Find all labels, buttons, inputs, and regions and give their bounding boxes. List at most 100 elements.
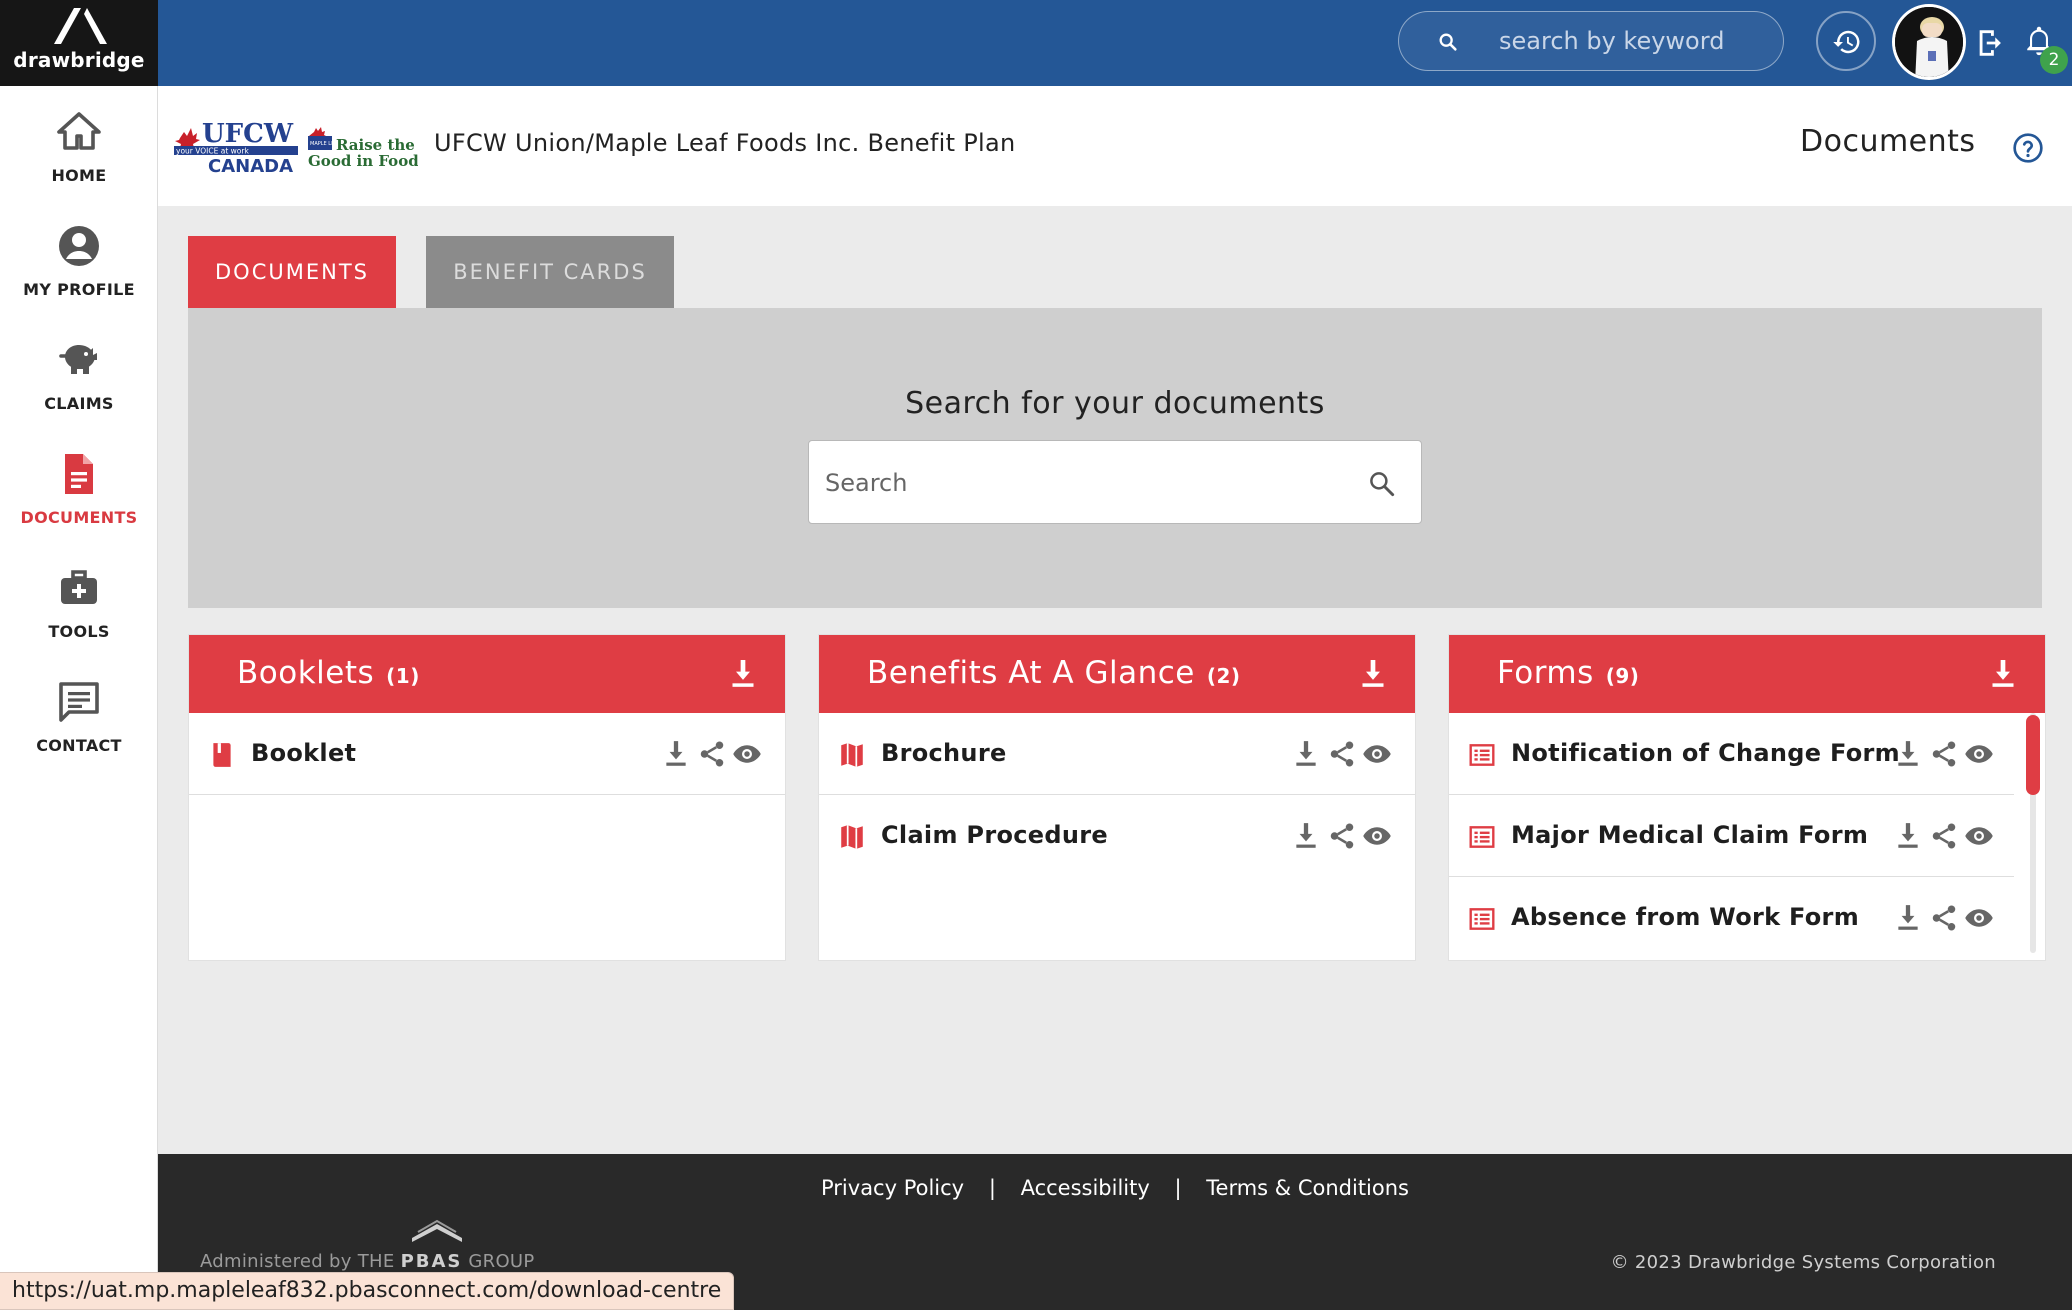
page-title: Documents	[1800, 124, 1976, 159]
document-icon	[65, 454, 93, 494]
sidebar-item-documents[interactable]: DOCUMENTS	[0, 450, 158, 550]
row-actions	[663, 739, 763, 771]
card-title: Booklets (1)	[237, 655, 420, 691]
document-label: Notification of Change Form	[1511, 739, 1900, 767]
download-icon[interactable]	[1293, 739, 1323, 771]
card-count: (1)	[386, 664, 420, 688]
card-header: Benefits At A Glance (2)	[819, 635, 1415, 713]
drawbridge-logo-icon	[54, 8, 107, 44]
list-icon	[1469, 905, 1495, 933]
view-icon[interactable]	[1963, 739, 1993, 771]
row-actions	[1895, 739, 1995, 771]
document-row[interactable]: Brochure	[819, 713, 1415, 795]
forms-card: Forms (9) Notification of Change Form Maj…	[1448, 634, 2046, 961]
view-icon[interactable]	[731, 739, 761, 771]
sidebar-item-label: CLAIMS	[44, 394, 114, 413]
download-all-icon[interactable]	[1989, 657, 2017, 691]
sidebar-item-contact[interactable]: CONTACT	[0, 678, 158, 778]
view-icon[interactable]	[1963, 821, 1993, 853]
accessibility-link[interactable]: Accessibility	[1021, 1176, 1150, 1200]
search-icon[interactable]	[1367, 469, 1397, 499]
sidebar-item-label: DOCUMENTS	[20, 508, 138, 527]
row-actions	[1293, 739, 1393, 771]
document-row[interactable]: Notification of Change Form	[1449, 713, 2014, 795]
tab-documents[interactable]: DOCUMENTS	[188, 236, 396, 308]
download-all-icon[interactable]	[1359, 657, 1387, 691]
download-icon[interactable]	[1895, 903, 1925, 935]
sidebar-item-my-profile[interactable]: MY PROFILE	[0, 222, 158, 322]
footer-links: Privacy Policy | Accessibility | Terms &…	[158, 1176, 2072, 1200]
download-icon[interactable]	[1293, 821, 1323, 853]
card-title: Benefits At A Glance (2)	[867, 655, 1241, 691]
share-icon[interactable]	[1929, 739, 1959, 771]
sidebar-item-tools[interactable]: TOOLS	[0, 564, 158, 664]
share-icon[interactable]	[1327, 821, 1357, 853]
download-all-icon[interactable]	[729, 657, 757, 691]
sidebar-item-label: MY PROFILE	[23, 280, 135, 299]
administered-by: Administered by THE PBAS GROUP	[200, 1218, 560, 1278]
sidebar-item-claims[interactable]: CLAIMS	[0, 336, 158, 436]
copyright: © 2023 Drawbridge Systems Corporation	[1610, 1252, 1996, 1273]
view-icon[interactable]	[1361, 821, 1391, 853]
page-header: UFCW your VOICE at work CANADA MAPLE LEA…	[158, 86, 2072, 206]
help-icon[interactable]	[2012, 132, 2044, 164]
download-icon[interactable]	[1895, 739, 1925, 771]
privacy-policy-link[interactable]: Privacy Policy	[821, 1176, 964, 1200]
user-circle-icon	[59, 226, 99, 266]
booklets-card: Booklets (1) Booklet	[188, 634, 786, 961]
history-button[interactable]	[1816, 11, 1876, 71]
document-row[interactable]: Absence from Work Form	[1449, 877, 2014, 959]
share-icon[interactable]	[1929, 903, 1959, 935]
document-label: Absence from Work Form	[1511, 903, 1860, 931]
logo-text: UFCW	[202, 120, 294, 149]
view-icon[interactable]	[1963, 903, 1993, 935]
footer-separator: |	[988, 1176, 996, 1200]
book-icon	[209, 741, 235, 769]
share-icon[interactable]	[1929, 821, 1959, 853]
admin-group: GROUP	[468, 1251, 535, 1272]
benefits-at-a-glance-card: Benefits At A Glance (2) Brochure Claim P…	[818, 634, 1416, 961]
document-search-panel: Search for your documents	[188, 308, 2042, 608]
terms-conditions-link[interactable]: Terms & Conditions	[1206, 1176, 1409, 1200]
logout-icon[interactable]	[1974, 26, 2008, 60]
avatar[interactable]	[1892, 4, 1966, 80]
search-icon	[1439, 33, 1457, 51]
document-row[interactable]: Booklet	[189, 713, 785, 795]
forms-scrollbar[interactable]	[2026, 713, 2042, 960]
row-actions	[1895, 821, 1995, 853]
pbas-roof-icon	[412, 1219, 462, 1242]
admin-the: THE	[357, 1251, 395, 1272]
document-search-input[interactable]	[825, 463, 1345, 503]
document-label: Major Medical Claim Form	[1511, 821, 1869, 849]
keyword-search[interactable]	[1398, 11, 1784, 71]
download-icon[interactable]	[663, 739, 693, 771]
document-row[interactable]: Major Medical Claim Form	[1449, 795, 2014, 877]
message-icon	[59, 682, 99, 722]
card-title-text: Booklets	[237, 655, 375, 691]
view-icon[interactable]	[1361, 739, 1391, 771]
card-title-text: Forms	[1497, 655, 1594, 691]
share-icon[interactable]	[1327, 739, 1357, 771]
share-icon[interactable]	[697, 739, 727, 771]
document-label: Booklet	[251, 739, 357, 767]
document-row[interactable]: Claim Procedure	[819, 795, 1416, 877]
admin-brand: PBAS	[400, 1251, 463, 1272]
administered-by-text: Administered by THE PBAS GROUP	[200, 1251, 535, 1272]
card-count: (9)	[1605, 664, 1640, 688]
row-actions	[1895, 903, 1995, 935]
logo-text: Good in Food	[308, 152, 418, 170]
brand-name: drawbridge	[13, 48, 145, 72]
scroll-thumb[interactable]	[2026, 715, 2040, 795]
notification-badge: 2	[2040, 46, 2068, 74]
footer-separator: |	[1174, 1176, 1182, 1200]
list-icon	[1469, 741, 1495, 769]
document-search-box[interactable]	[808, 440, 1422, 524]
user-photo-icon	[1895, 7, 1963, 77]
download-icon[interactable]	[1895, 821, 1925, 853]
brand-logo[interactable]: drawbridge	[0, 0, 158, 86]
medical-kit-icon	[61, 570, 97, 604]
tab-benefit-cards[interactable]: BENEFIT CARDS	[426, 236, 674, 308]
sidebar-item-home[interactable]: HOME	[0, 108, 158, 208]
keyword-search-input[interactable]	[1499, 22, 1769, 60]
row-actions	[1293, 821, 1393, 853]
